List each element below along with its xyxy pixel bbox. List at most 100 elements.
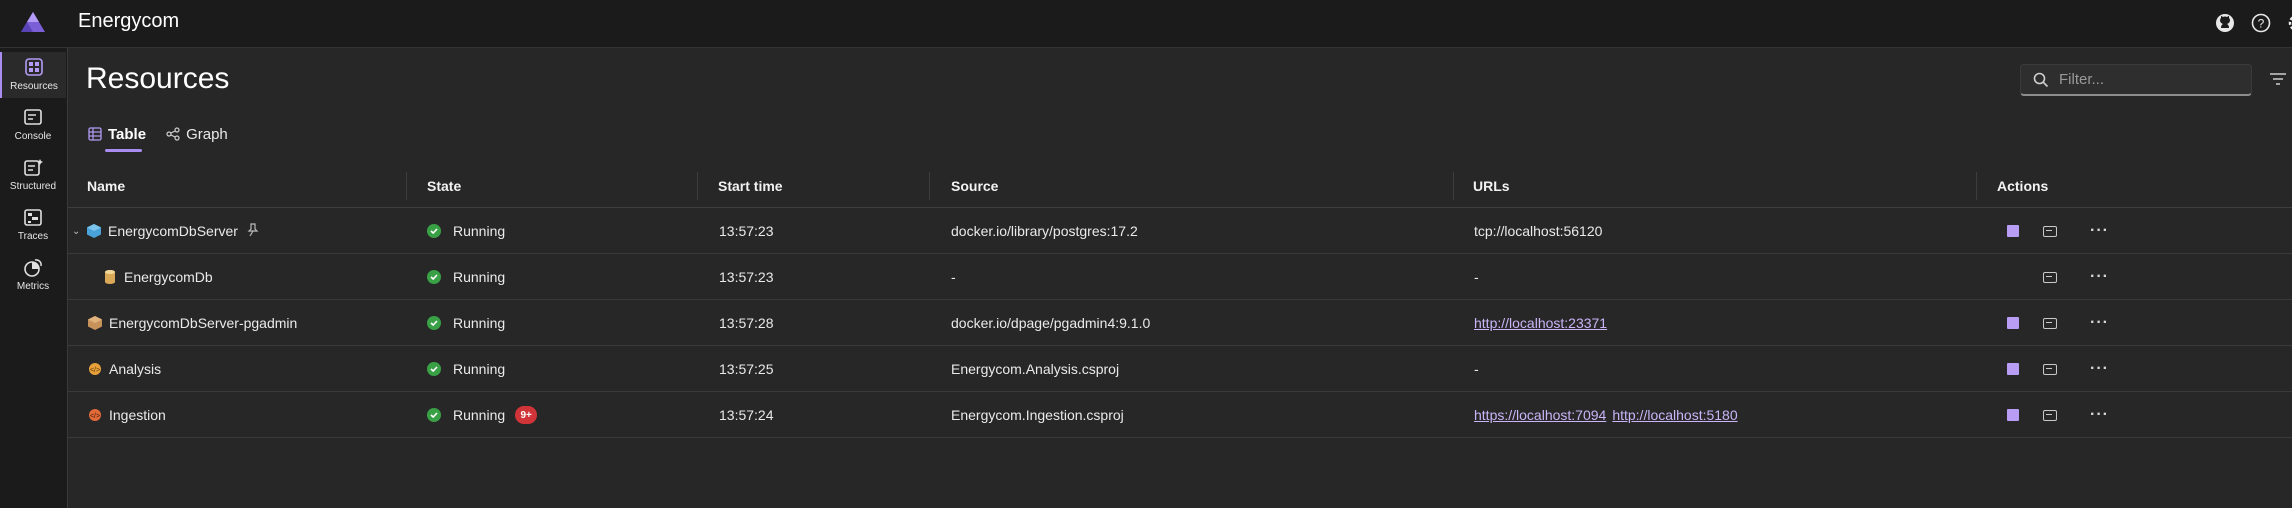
graph-icon xyxy=(166,127,180,141)
tab-graph-label: Graph xyxy=(186,125,228,143)
source: docker.io/dpage/pgadmin4:9.1.0 xyxy=(951,315,1151,331)
start-time: 13:57:28 xyxy=(719,315,774,331)
filter-field[interactable] xyxy=(2020,64,2252,96)
start-time: 13:57:25 xyxy=(719,361,774,377)
console-logs-button[interactable] xyxy=(2043,409,2057,421)
console-logs-button[interactable] xyxy=(2043,225,2057,237)
more-actions-button[interactable]: ··· xyxy=(2090,406,2109,424)
nav-item-structured[interactable]: Structured xyxy=(0,152,66,198)
url-text: - xyxy=(1474,269,1479,285)
tab-graph[interactable]: Graph xyxy=(166,122,228,146)
settings-icon[interactable] xyxy=(2286,12,2292,34)
table-row[interactable]: EnergycomDbServer-pgadmin Running 13:57:… xyxy=(68,300,2292,346)
tab-table-label: Table xyxy=(108,125,147,143)
app-logo-icon[interactable] xyxy=(20,10,46,34)
table-icon xyxy=(88,127,102,141)
nav-label-metrics: Metrics xyxy=(16,281,50,292)
column-header-actions: Actions xyxy=(1997,178,2049,194)
nav-item-console[interactable]: Console xyxy=(0,102,66,148)
column-header-state[interactable]: State xyxy=(427,164,461,208)
nav-label-console: Console xyxy=(14,131,52,142)
console-icon xyxy=(24,109,42,125)
state-text: Running xyxy=(453,223,506,239)
nav-label-traces: Traces xyxy=(17,231,49,242)
start-time: 13:57:23 xyxy=(719,269,774,285)
more-actions-button[interactable]: ··· xyxy=(2090,314,2109,332)
state-text: Running xyxy=(453,407,506,423)
console-logs-button[interactable] xyxy=(2043,363,2057,375)
resource-name[interactable]: EnergycomDb xyxy=(124,269,213,285)
column-header-source[interactable]: Source xyxy=(951,164,998,208)
running-status-icon xyxy=(427,224,441,238)
left-nav: Resources Console Structured Traces Metr… xyxy=(0,48,68,508)
nav-item-metrics[interactable]: Metrics xyxy=(0,252,66,298)
source: Energycom.Ingestion.csproj xyxy=(951,407,1124,423)
source: Energycom.Analysis.csproj xyxy=(951,361,1120,377)
pin-icon[interactable] xyxy=(246,222,260,240)
table-header: Name State Start time Source URLs Action… xyxy=(68,164,2292,208)
stop-button[interactable] xyxy=(2007,409,2019,421)
running-status-icon xyxy=(427,270,441,284)
database-icon xyxy=(102,269,118,285)
more-actions-button[interactable]: ··· xyxy=(2090,222,2109,240)
metrics-icon xyxy=(24,259,42,277)
filter-options-icon[interactable] xyxy=(2268,70,2288,88)
state-text: Running xyxy=(453,361,506,377)
resources-table: Name State Start time Source URLs Action… xyxy=(68,164,2292,438)
structured-icon xyxy=(24,159,43,176)
stop-button[interactable] xyxy=(2007,363,2019,375)
container-icon xyxy=(87,315,103,331)
top-bar: Energycom ? xyxy=(0,0,2292,48)
svg-text:?: ? xyxy=(2258,17,2265,31)
url-link[interactable]: http://localhost:5180 xyxy=(1612,407,1737,423)
running-status-icon xyxy=(427,362,441,376)
url-link[interactable]: https://localhost:7094 xyxy=(1474,407,1606,423)
column-header-urls[interactable]: URLs xyxy=(1473,164,1510,208)
start-time: 13:57:24 xyxy=(719,407,774,423)
running-status-icon xyxy=(427,316,441,330)
search-icon xyxy=(2033,72,2049,87)
resource-name[interactable]: EnergycomDbServer xyxy=(108,223,238,239)
svg-text:</>: </> xyxy=(90,413,100,420)
table-row[interactable]: EnergycomDb Running 13:57:23 - - ··· xyxy=(68,254,2292,300)
nav-item-resources[interactable]: Resources xyxy=(0,52,66,98)
traces-icon xyxy=(24,209,42,226)
more-actions-button[interactable]: ··· xyxy=(2090,360,2109,378)
state-text: Running xyxy=(453,315,506,331)
view-tabs: Table Graph xyxy=(88,122,228,152)
project-icon: </> xyxy=(87,407,103,423)
table-row[interactable]: </> Ingestion Running 9+ 13:57:24 Energy… xyxy=(68,392,2292,438)
app-title[interactable]: Energycom xyxy=(78,10,179,33)
column-header-start-time[interactable]: Start time xyxy=(718,164,783,208)
running-status-icon xyxy=(427,408,441,422)
console-logs-button[interactable] xyxy=(2043,317,2057,329)
source: - xyxy=(951,269,956,285)
start-time: 13:57:23 xyxy=(719,223,774,239)
url-text: tcp://localhost:56120 xyxy=(1474,223,1603,239)
chevron-down-icon[interactable]: ⌄ xyxy=(72,226,82,237)
github-icon[interactable] xyxy=(2214,12,2236,34)
container-icon xyxy=(86,223,102,239)
nav-label-structured: Structured xyxy=(9,181,57,192)
error-count-badge[interactable]: 9+ xyxy=(515,406,538,424)
resource-name[interactable]: Analysis xyxy=(109,361,161,377)
resource-name[interactable]: EnergycomDbServer-pgadmin xyxy=(109,315,297,331)
url-link[interactable]: http://localhost:23371 xyxy=(1474,315,1607,331)
table-row[interactable]: </> Analysis Running 13:57:25 Energycom.… xyxy=(68,346,2292,392)
table-row[interactable]: ⌄ EnergycomDbServer Running 13:57:23 doc… xyxy=(68,208,2292,254)
nav-item-traces[interactable]: Traces xyxy=(0,202,66,248)
console-logs-button[interactable] xyxy=(2043,271,2057,283)
resource-name[interactable]: Ingestion xyxy=(109,407,166,423)
nav-label-resources: Resources xyxy=(10,81,58,92)
stop-button[interactable] xyxy=(2007,317,2019,329)
resources-icon xyxy=(25,58,43,76)
help-icon[interactable]: ? xyxy=(2250,12,2272,34)
stop-button[interactable] xyxy=(2007,225,2019,237)
state-text: Running xyxy=(453,269,506,285)
main-content: Resources Table Graph Name State Start t… xyxy=(68,48,2292,508)
more-actions-button[interactable]: ··· xyxy=(2090,268,2109,286)
column-header-name[interactable]: Name xyxy=(87,164,125,208)
filter-input[interactable] xyxy=(2059,71,2229,88)
tab-table[interactable]: Table xyxy=(88,122,147,152)
url-text: - xyxy=(1474,361,1479,377)
